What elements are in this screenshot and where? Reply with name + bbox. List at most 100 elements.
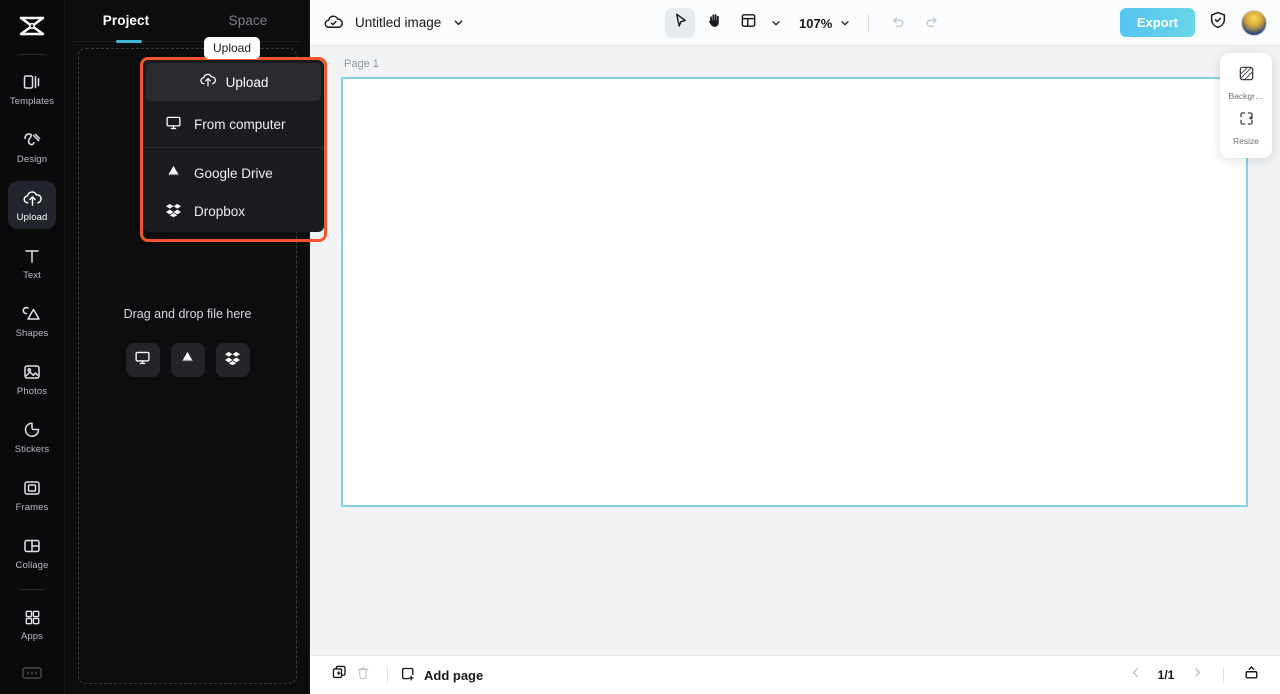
sidebar-item-upload[interactable]: Upload	[8, 181, 56, 229]
delete-page-button[interactable]	[351, 663, 375, 687]
sidebar-item-label: Stickers	[14, 444, 50, 455]
dropzone-dropbox-button[interactable]	[215, 343, 250, 377]
upload-panel: Project Space Drag and drop file here Up…	[65, 0, 327, 694]
avatar[interactable]	[1241, 9, 1267, 36]
layout-grid-icon	[740, 12, 757, 34]
zoom-chevron-down-icon[interactable]	[836, 9, 854, 37]
sidebar-item-frames[interactable]: Frames	[8, 471, 56, 519]
add-page-button[interactable]: Add page	[400, 666, 483, 685]
next-page-button[interactable]	[1186, 664, 1208, 686]
app-root: Templates Design Upload Text Shapes Phot…	[0, 0, 1280, 694]
upload-menu-group-cloud: Google Drive Dropbox	[143, 150, 324, 232]
layout-chevron-down-icon[interactable]	[767, 9, 785, 37]
tab-project[interactable]: Project	[65, 13, 187, 28]
zoom-level[interactable]: 107%	[799, 16, 832, 31]
toolbar-right: Export	[1119, 8, 1267, 37]
sidebar-item-label: Apps	[20, 631, 44, 642]
hand-icon	[706, 12, 723, 34]
menu-item-google-drive[interactable]: Google Drive	[143, 154, 324, 192]
left-rail: Templates Design Upload Text Shapes Phot…	[0, 0, 65, 694]
sidebar-item-label: Shapes	[15, 328, 49, 339]
page-label: Page 1	[344, 58, 379, 70]
bottom-bar: Add page 1/1	[310, 655, 1280, 694]
dropbox-icon	[165, 201, 182, 221]
upload-menu-primary-button[interactable]: Upload	[146, 63, 321, 101]
text-icon	[22, 245, 42, 267]
keyboard-shortcut-icon[interactable]	[21, 665, 43, 686]
sidebar-item-label: Text	[23, 270, 41, 281]
canvas-page[interactable]	[341, 77, 1248, 507]
tab-active-underline	[116, 40, 142, 43]
upload-cloud-icon	[22, 187, 43, 209]
stickers-icon	[22, 419, 42, 441]
select-tool-button[interactable]	[665, 8, 695, 38]
collage-icon	[22, 535, 42, 557]
sidebar-item-design[interactable]: Design	[8, 123, 56, 171]
document-title[interactable]: Untitled image	[355, 15, 441, 30]
sidebar-item-label: Photos	[16, 386, 48, 397]
monitor-icon	[134, 349, 151, 371]
sidebar-item-apps[interactable]: Apps	[8, 600, 56, 648]
menu-item-dropbox[interactable]: Dropbox	[143, 192, 324, 230]
expand-panel-button[interactable]	[1239, 663, 1263, 687]
photos-icon	[22, 361, 42, 383]
frames-icon	[22, 477, 42, 499]
capcut-logo-icon[interactable]	[12, 12, 52, 42]
monitor-icon	[165, 114, 182, 134]
chevron-down-icon[interactable]	[452, 16, 465, 29]
main-area: Untitled image 107% Export Page 1 Backgr…	[310, 0, 1280, 694]
sidebar-item-collage[interactable]: Collage	[8, 529, 56, 577]
hand-tool-button[interactable]	[699, 8, 729, 38]
panel-tabs: Project Space	[65, 0, 309, 43]
drop-zone-text: Drag and drop file here	[123, 307, 252, 321]
toolbar-separator	[868, 14, 870, 32]
redo-arrow-icon	[924, 13, 940, 34]
sidebar-item-label: Frames	[15, 502, 49, 513]
resize-button[interactable]: Resize	[1220, 105, 1272, 150]
layout-tool-button[interactable]	[733, 8, 763, 38]
drop-zone-buttons	[79, 343, 296, 377]
upload-tooltip: Upload	[204, 37, 261, 59]
background-hatch-icon	[1238, 65, 1255, 87]
toolbar-tools: 107%	[665, 0, 947, 46]
cursor-arrow-icon	[672, 12, 689, 34]
dropzone-google-drive-button[interactable]	[170, 343, 205, 377]
menu-item-from-computer[interactable]: From computer	[143, 105, 324, 143]
add-page-label: Add page	[424, 667, 484, 683]
bottom-separator-right	[1223, 667, 1224, 683]
prev-page-button[interactable]	[1124, 664, 1146, 686]
export-button[interactable]: Export	[1119, 8, 1195, 37]
dropzone-from-computer-button[interactable]	[125, 343, 160, 377]
rail-divider-top	[19, 54, 45, 55]
undo-arrow-icon	[890, 13, 906, 34]
sidebar-item-label: Collage	[15, 560, 49, 571]
undo-button[interactable]	[883, 8, 913, 38]
sidebar-item-text[interactable]: Text	[8, 239, 56, 287]
sidebar-item-label: Upload	[16, 212, 48, 223]
sidebar-item-photos[interactable]: Photos	[8, 355, 56, 403]
templates-icon	[22, 71, 42, 93]
rail-divider-bottom	[19, 589, 45, 590]
redo-button[interactable]	[917, 8, 947, 38]
tab-space[interactable]: Space	[187, 13, 309, 28]
apps-grid-icon	[23, 606, 42, 628]
duplicate-page-button[interactable]	[327, 663, 351, 687]
background-button[interactable]: Backgr…	[1220, 60, 1272, 105]
canvas-area[interactable]: Page 1 Backgr… Resize	[310, 46, 1280, 655]
upload-menu-primary-label: Upload	[225, 74, 269, 90]
trash-icon	[355, 665, 371, 686]
sidebar-item-stickers[interactable]: Stickers	[8, 413, 56, 461]
menu-item-label: Dropbox	[194, 203, 246, 219]
panel-divider	[73, 41, 301, 42]
shield-check-icon[interactable]	[1208, 10, 1228, 35]
sidebar-item-templates[interactable]: Templates	[8, 65, 56, 113]
menu-item-label: Google Drive	[194, 165, 273, 181]
sidebar-item-shapes[interactable]: Shapes	[8, 297, 56, 345]
add-page-icon	[400, 666, 416, 685]
upload-dropdown-menu: Upload From computer Google Drive Dropbo…	[143, 60, 324, 232]
google-drive-icon	[179, 349, 196, 371]
upload-menu-separator	[143, 147, 324, 148]
resize-label: Resize	[1233, 136, 1259, 146]
background-label: Backgr…	[1228, 91, 1264, 101]
canvas-float-panel: Backgr… Resize	[1220, 53, 1272, 158]
